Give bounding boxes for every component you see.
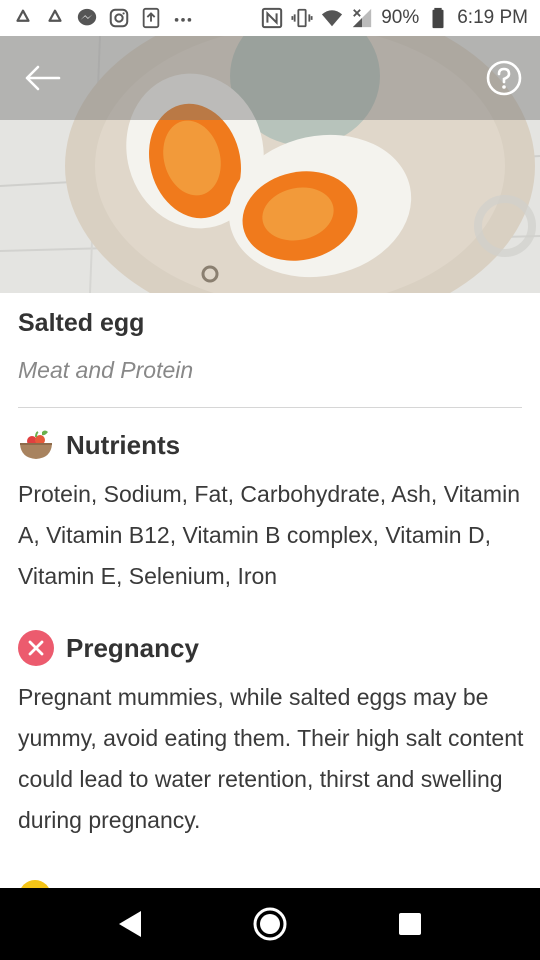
x-circle-icon [18, 630, 54, 666]
nav-recents-button[interactable] [380, 894, 440, 954]
pregnancy-header: Pregnancy [18, 630, 199, 666]
wifi-icon [321, 7, 343, 29]
divider [18, 407, 522, 408]
recycle-icon [12, 7, 34, 29]
clock: 6:19 PM [457, 7, 528, 28]
nfc-icon [261, 7, 283, 29]
food-photo [0, 36, 540, 293]
nav-recents-icon [399, 913, 421, 935]
food-name: Salted egg [18, 309, 145, 337]
messenger-icon [76, 7, 98, 29]
battery-percent: 90% [381, 7, 420, 28]
system-status: 90% 6:19 PM [261, 7, 528, 29]
recycle-icon [44, 7, 66, 29]
nav-back-icon [119, 911, 141, 937]
system-nav-bar [0, 888, 540, 960]
nav-home-button[interactable] [240, 894, 300, 954]
help-circle-icon [486, 60, 522, 96]
upload-icon [140, 7, 162, 29]
more-icon [172, 7, 194, 29]
section-title-pregnancy: Pregnancy [66, 632, 199, 663]
app-bar [0, 36, 540, 120]
status-bar: 90% 6:19 PM [0, 0, 540, 36]
vibrate-icon [291, 7, 313, 29]
section-title-nutrients: Nutrients [66, 429, 181, 460]
nutrients-header: Nutrients [18, 427, 180, 463]
instagram-icon [108, 7, 130, 29]
help-button[interactable] [486, 60, 522, 96]
pregnancy-text: Pregnant mummies, while salted eggs may … [18, 684, 524, 833]
food-category: Meat and Protein [18, 357, 194, 383]
notification-icons [12, 7, 194, 29]
food-bowl-icon [18, 427, 54, 463]
signal-icon [351, 7, 373, 29]
nav-home-icon [253, 907, 287, 941]
back-button[interactable] [18, 56, 66, 100]
nutrients-text: Protein, Sodium, Fat, Carbohydrate, Ash,… [18, 481, 520, 589]
nav-back-button[interactable] [100, 894, 160, 954]
battery-icon [427, 7, 449, 29]
arrow-left-icon [25, 65, 61, 91]
